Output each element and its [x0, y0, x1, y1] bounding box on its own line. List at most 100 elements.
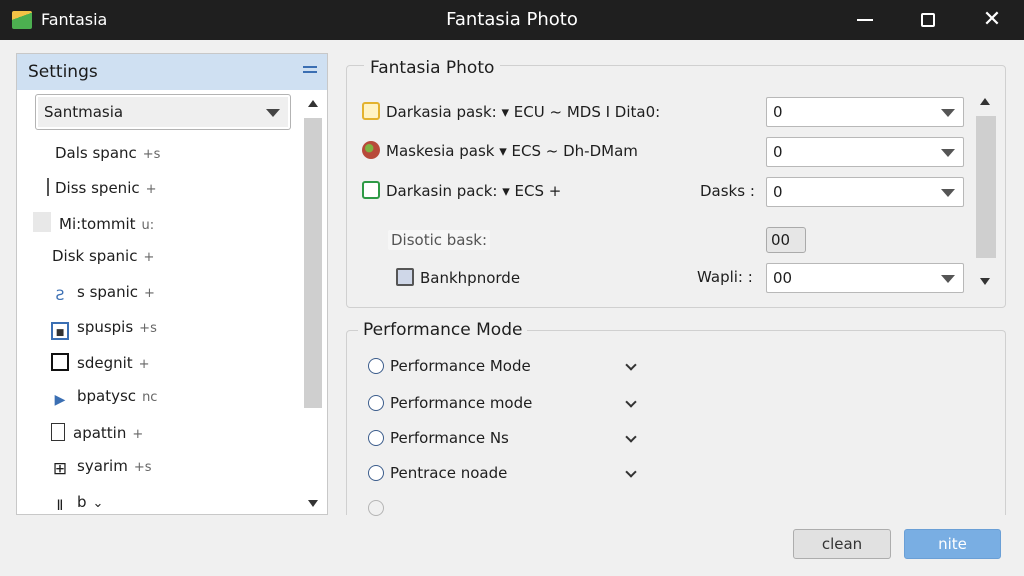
- chevron-down-icon: [941, 275, 955, 283]
- sidebar-item-label: syarim: [77, 457, 128, 475]
- sidebar-item-suffix: +: [145, 182, 157, 197]
- chevron-down-icon[interactable]: [626, 468, 636, 478]
- profile-dropdown-value: Santmasia: [44, 103, 124, 121]
- sidebar-item-label: Diss spenic: [55, 179, 140, 197]
- sidebar-item-suffix: +: [144, 286, 155, 301]
- radio-button[interactable]: [368, 465, 384, 481]
- settings-scrollbar[interactable]: [973, 92, 997, 292]
- sidebar-item[interactable]: Ƨs spanic +: [51, 283, 155, 305]
- setting-label-text: Darkasin pack: ▾ ECS +: [386, 182, 562, 200]
- performance-option-label: Performance Mode: [390, 357, 531, 375]
- combo-value: 00: [773, 269, 793, 287]
- sidebar-item-suffix: +s: [133, 460, 152, 475]
- box-icon: [396, 268, 414, 286]
- radio-button[interactable]: [368, 395, 384, 411]
- yellow-box-icon: [362, 102, 380, 120]
- combo-value: 0: [773, 103, 783, 121]
- sidebar-item[interactable]: apattin +: [51, 423, 143, 445]
- photo-settings-title: Fantasia Photo: [364, 58, 501, 78]
- sidebar-item-suffix: ⌄: [92, 496, 104, 511]
- clean-button[interactable]: clean: [793, 529, 891, 559]
- sidebar-item-label: Mi:tommit: [59, 215, 136, 233]
- maximize-button[interactable]: [908, 4, 948, 36]
- performance-title: Performance Mode: [358, 320, 528, 340]
- sidebar-item[interactable]: Mi:tommit u:: [33, 212, 154, 234]
- setting-row-label: Darkasin pack: ▾ ECS +: [362, 181, 561, 203]
- chevron-down-icon: [941, 149, 955, 157]
- sidebar-item-suffix: +s: [142, 147, 161, 162]
- bar-icon: [47, 178, 49, 196]
- box-icon: [33, 212, 51, 232]
- radio-button[interactable]: [368, 358, 384, 374]
- sidebar-item[interactable]: ▶ bpatysc nc: [51, 387, 158, 409]
- scroll-down-arrow-icon[interactable]: [980, 278, 990, 285]
- setting-label-text: Maskesia pask ▾ ECS ~ Dh-DMam: [386, 142, 638, 160]
- minimize-button[interactable]: [845, 4, 885, 36]
- chevron-down-icon[interactable]: [626, 398, 636, 408]
- setting-row-label: Bankhpnorde: [396, 268, 520, 290]
- small-value-field[interactable]: 00: [766, 227, 806, 253]
- performance-option-label: Performance mode: [390, 394, 533, 412]
- chevron-down-icon: [941, 109, 955, 117]
- close-button[interactable]: ✕: [972, 4, 1012, 36]
- setting-combo[interactable]: 0: [766, 137, 964, 167]
- setting-label-text: Darkasia pask: ▾ ECU ~ MDS I Dita0:: [386, 103, 661, 121]
- sidebar-item[interactable]: ■ spuspis +s: [51, 318, 157, 340]
- sidebar-item-suffix: u:: [141, 218, 155, 233]
- title-bar: Fantasia Fantasia Photo ✕: [0, 0, 1024, 40]
- performance-option-label: Performance Ns: [390, 429, 509, 447]
- scroll-up-arrow-icon[interactable]: [980, 98, 990, 105]
- scroll-down-arrow-icon[interactable]: [308, 500, 318, 507]
- scroll-thumb[interactable]: [304, 118, 322, 408]
- performance-option[interactable]: Performance mode: [368, 394, 532, 416]
- sidebar-item-label: apattin: [73, 424, 127, 442]
- combo-value: 0: [773, 183, 783, 201]
- sidebar-item[interactable]: Disk spanic +: [52, 247, 154, 269]
- profile-dropdown[interactable]: Santmasia: [35, 94, 291, 130]
- sidebar-scrollbar[interactable]: [302, 90, 324, 514]
- ok-button[interactable]: nite: [904, 529, 1001, 559]
- red-circle-icon: [362, 141, 380, 159]
- play-icon: ▶: [54, 392, 66, 408]
- maximize-icon: [921, 13, 935, 27]
- bar-icon: Ⅱ: [56, 498, 64, 514]
- sidebar-item-label: sdegnit: [77, 354, 133, 372]
- sidebar-title: Settings: [28, 62, 98, 82]
- sidebar-item[interactable]: Ⅱb ⌄: [51, 493, 104, 515]
- sidebar-item[interactable]: ⊞ syarim +s: [51, 457, 152, 479]
- sidebar-item[interactable]: sdegnit +: [51, 353, 150, 375]
- setting-row-label: Darkasia pask: ▾ ECU ~ MDS I Dita0:: [362, 102, 660, 124]
- setting-combo[interactable]: 0: [766, 97, 964, 127]
- minimize-icon: [857, 19, 873, 21]
- scroll-thumb[interactable]: [976, 116, 996, 258]
- disabled-setting-label: Disotic bask:: [388, 230, 491, 250]
- radio-button[interactable]: [368, 430, 384, 446]
- setting-combo[interactable]: 0: [766, 177, 964, 207]
- green-box-icon: [362, 181, 380, 199]
- performance-option[interactable]: Performance Mode: [368, 357, 531, 379]
- wapli-label: Wapli: :: [697, 268, 753, 286]
- combo-value: 0: [773, 143, 783, 161]
- plus-box-icon: ⊞: [52, 459, 68, 479]
- setting-row-label: Maskesia pask ▾ ECS ~ Dh-DMam: [362, 141, 638, 163]
- hamburger-menu-icon[interactable]: [303, 66, 317, 76]
- performance-option[interactable]: Pentrace noade: [368, 464, 507, 486]
- sidebar-item-suffix: +s: [139, 321, 157, 336]
- sidebar-item-label: Disk spanic: [52, 247, 138, 265]
- scroll-up-arrow-icon[interactable]: [308, 100, 318, 107]
- performance-option[interactable]: Performance Ns: [368, 429, 509, 451]
- dasks-label: Dasks :: [700, 182, 755, 200]
- close-icon: ✕: [982, 7, 1002, 32]
- chevron-down-icon[interactable]: [626, 361, 636, 371]
- setting-label-text: Bankhpnorde: [420, 269, 521, 287]
- sidebar-item-label: Dals spanc: [55, 144, 137, 162]
- sidebar-item-label: spuspis: [77, 318, 134, 336]
- sidebar-item[interactable]: Dals spanc +s: [55, 144, 160, 166]
- setting-combo[interactable]: 00: [766, 263, 964, 293]
- sidebar-item-suffix: +: [138, 357, 150, 372]
- radio-button[interactable]: [368, 500, 384, 516]
- chevron-down-icon[interactable]: [626, 433, 636, 443]
- sidebar-header: Settings: [17, 54, 327, 90]
- sidebar-item-label: bpatysc: [77, 387, 137, 405]
- sidebar-item[interactable]: Diss spenic +: [47, 178, 157, 200]
